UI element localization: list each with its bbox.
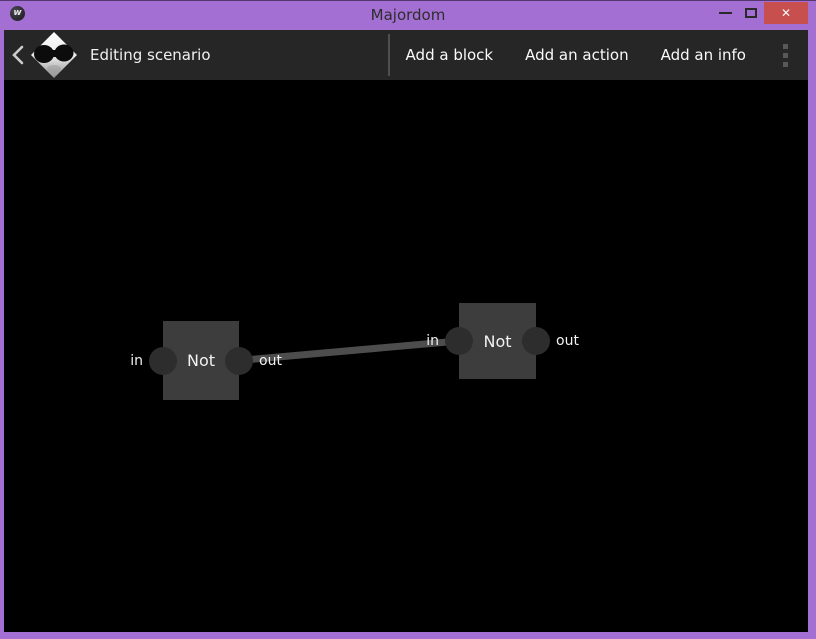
maximize-icon	[745, 8, 757, 18]
app-window-icon: w	[10, 6, 25, 21]
page-title: Editing scenario	[90, 46, 211, 64]
in-port[interactable]	[445, 327, 473, 355]
app-window-icon-glyph: w	[13, 9, 21, 18]
minimize-icon	[719, 12, 732, 14]
block-label: Not	[187, 351, 215, 370]
out-port[interactable]	[225, 347, 253, 375]
toolbar-buttons: Add a blockAdd an actionAdd an info	[390, 30, 762, 80]
out-port-label: out	[259, 353, 282, 369]
close-icon: ✕	[781, 6, 791, 20]
in-port-label: in	[130, 353, 143, 369]
app-window: w Majordom ✕	[0, 0, 816, 639]
minimize-button[interactable]	[712, 2, 738, 24]
edges-layer	[4, 80, 808, 632]
add-block-button[interactable]: Add a block	[390, 30, 510, 80]
toolbar: Editing scenario Add a blockAdd an actio…	[4, 30, 808, 80]
block-label: Not	[483, 332, 511, 351]
window-controls: ✕	[712, 2, 808, 24]
titlebar: w Majordom ✕	[0, 0, 816, 30]
window-title: Majordom	[0, 1, 816, 31]
in-port[interactable]	[149, 347, 177, 375]
overflow-menu-button[interactable]	[762, 30, 808, 80]
add-info-button[interactable]: Add an info	[645, 30, 762, 80]
add-action-button[interactable]: Add an action	[509, 30, 644, 80]
chevron-left-icon	[10, 44, 26, 66]
majordom-logo-icon	[30, 31, 78, 79]
close-button[interactable]: ✕	[764, 2, 808, 24]
out-port-label: out	[556, 333, 579, 349]
back-button[interactable]	[6, 30, 30, 80]
in-port-label: in	[426, 333, 439, 349]
scenario-canvas[interactable]: Not in out Not in out	[4, 80, 808, 632]
window-content: Editing scenario Add a blockAdd an actio…	[4, 30, 808, 632]
out-port[interactable]	[522, 327, 550, 355]
maximize-button[interactable]	[738, 2, 764, 24]
overflow-menu-icon	[783, 44, 788, 49]
